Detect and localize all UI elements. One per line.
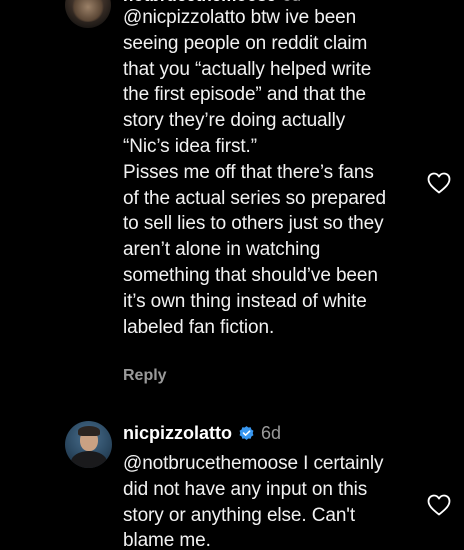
avatar-nicpizzolatto[interactable] xyxy=(65,421,112,468)
comment-line: the first episode” and that the xyxy=(123,84,367,106)
reply-button[interactable]: Reply xyxy=(123,367,167,385)
comment-line: “Nic’s idea first.” xyxy=(123,135,257,157)
heart-outline-icon[interactable] xyxy=(427,494,451,516)
comment-line: @notbrucethemoose I certainly xyxy=(123,453,384,474)
verified-badge-icon xyxy=(239,426,254,440)
comment-line: that you “actually helped write xyxy=(123,58,372,80)
comment-line: aren’t alone in watching xyxy=(123,239,321,261)
comment-line: story they’re doing actually xyxy=(123,110,346,132)
comment-line: to sell lies to others just so they xyxy=(123,213,384,235)
comment-2-header: nicpizzolatto 6d xyxy=(123,423,281,444)
avatar-figure-hair xyxy=(78,426,100,436)
comment-line: of the actual series so prepared xyxy=(123,187,386,209)
comment-line: blame me. xyxy=(123,530,211,550)
avatar-figure-body xyxy=(71,451,107,468)
comment-line: labeled fan fiction. xyxy=(123,316,275,338)
comment-line: seeing people on reddit claim xyxy=(123,32,368,54)
avatar-notbrucethemoose[interactable] xyxy=(65,0,111,28)
comment-2-text: @notbrucethemoose I certainly did not ha… xyxy=(123,451,423,550)
comment-line: did not have any input on this xyxy=(123,478,368,500)
comment-line: it’s own thing instead of white xyxy=(123,290,367,312)
comment-2-username[interactable]: nicpizzolatto xyxy=(123,423,232,444)
comment-line: @nicpizzolatto btw ive been xyxy=(123,7,357,28)
comment-line: something that should’ve been xyxy=(123,264,378,286)
comment-line: story or anything else. Can't xyxy=(123,504,356,526)
comment-line: Pisses me off that there’s fans xyxy=(123,161,374,183)
comment-2-time: 6d xyxy=(261,423,282,443)
heart-outline-icon[interactable] xyxy=(427,172,451,194)
comment-1-text: @nicpizzolatto btw ive been seeing peopl… xyxy=(123,5,423,340)
